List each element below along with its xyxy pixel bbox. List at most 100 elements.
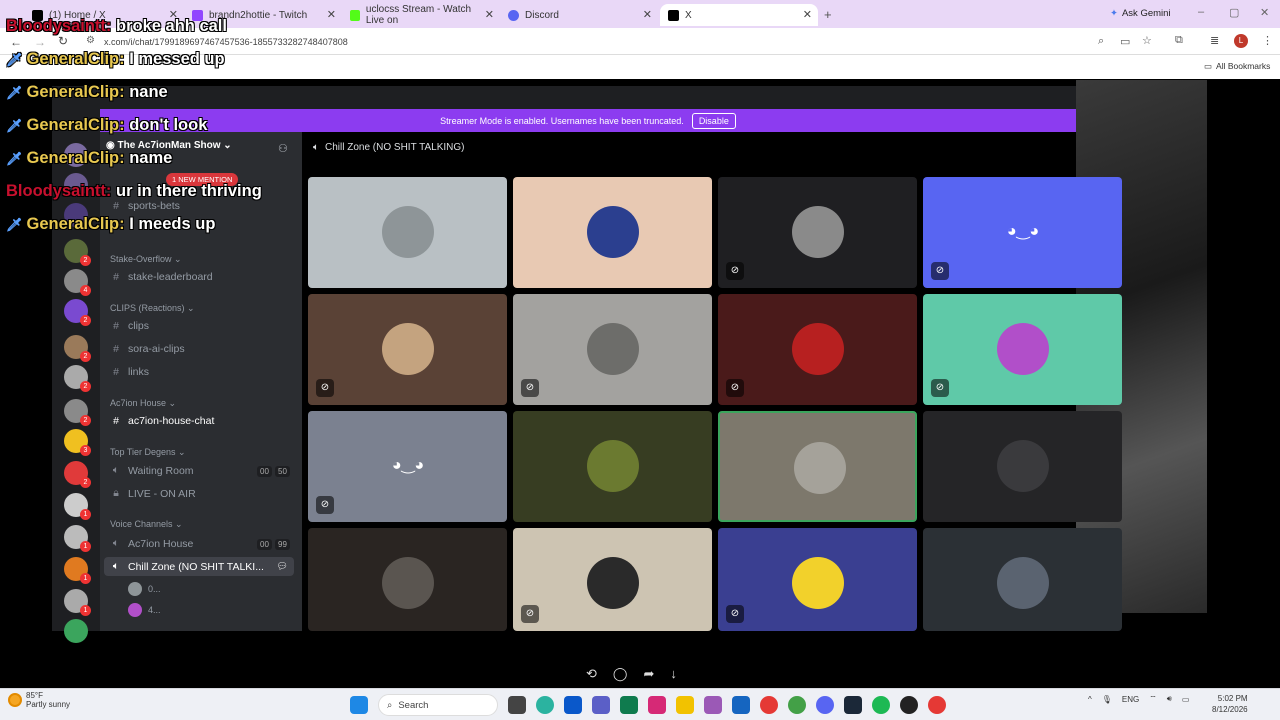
chat-bubble-icon[interactable]: 💬︎ xyxy=(277,561,288,572)
app-icon[interactable] xyxy=(564,696,582,714)
participant-tile[interactable] xyxy=(923,528,1122,631)
add-member-icon[interactable]: ⚇ xyxy=(278,142,288,155)
spotify-icon[interactable] xyxy=(872,696,890,714)
server-icon[interactable] xyxy=(64,619,88,643)
server-icon[interactable]: 4 xyxy=(64,269,91,296)
chrome-icon[interactable] xyxy=(928,696,946,714)
chrome-icon[interactable] xyxy=(788,696,806,714)
window-close-button[interactable]: ✕ xyxy=(1260,6,1269,19)
participant-tile[interactable]: ⊘ xyxy=(308,294,507,405)
zoom-icon[interactable]: ⌕ xyxy=(1098,35,1104,48)
bookmark-star-icon[interactable]: ☆ xyxy=(1142,34,1152,47)
chrome-icon[interactable] xyxy=(760,696,778,714)
sidebar-item-clips[interactable]: # clips xyxy=(110,320,149,332)
disable-streamer-mode-button[interactable]: Disable xyxy=(691,112,736,129)
chevron-up-icon[interactable]: ^ xyxy=(1088,695,1092,704)
participant-tile[interactable]: ⊘ xyxy=(923,294,1122,405)
server-icon[interactable]: 2 xyxy=(64,239,91,266)
new-tab-button[interactable]: + xyxy=(824,7,832,22)
maximize-button[interactable]: ▢ xyxy=(1229,6,1239,19)
tab-kick[interactable]: uclocss Stream - Watch Live on ✕ xyxy=(342,4,500,26)
ask-gemini-button[interactable]: ✦ Ask Gemini xyxy=(1110,8,1171,19)
sidebar-item-ac7ion-house-voice[interactable]: 🔈︎ Ac7ion House xyxy=(110,537,194,550)
obs-icon[interactable] xyxy=(900,696,918,714)
language-indicator[interactable]: ENG xyxy=(1122,695,1139,704)
participant-tile[interactable]: ⊘ xyxy=(718,528,917,631)
microphone-icon[interactable]: 🎙︎ xyxy=(1102,695,1112,704)
cast-icon[interactable]: ▭ xyxy=(1120,35,1130,48)
taskbar-clock[interactable]: 5:02 PM 8/12/2026 xyxy=(1212,693,1248,715)
sidebar-item-sora-ai-clips[interactable]: # sora-ai-clips xyxy=(110,343,185,355)
participant-tile[interactable]: ◕‿◕ ⊘ xyxy=(923,177,1122,288)
steam-icon[interactable] xyxy=(844,696,862,714)
participant-tile[interactable] xyxy=(308,528,507,631)
menu-kebab-icon[interactable]: ⋮ xyxy=(1262,34,1273,47)
instagram-icon[interactable] xyxy=(648,696,666,714)
server-icon[interactable]: 2 xyxy=(64,365,91,392)
server-icon[interactable]: 2 xyxy=(64,299,91,326)
server-icon[interactable]: 1 xyxy=(64,525,91,552)
participant-tile[interactable] xyxy=(513,411,712,522)
server-icon[interactable]: 2 xyxy=(64,399,91,426)
tab-discord[interactable]: Discord ✕ xyxy=(500,4,658,26)
back-arrow-icon[interactable]: ← xyxy=(10,35,22,49)
participant-tile[interactable] xyxy=(718,411,917,522)
category-ac7ion-house[interactable]: Ac7ion House ⌄ xyxy=(110,398,176,409)
minimize-button[interactable]: – xyxy=(1198,6,1204,18)
copilot-icon[interactable] xyxy=(704,696,722,714)
reload-icon[interactable]: ↻ xyxy=(58,34,68,48)
store-icon[interactable] xyxy=(620,696,638,714)
close-icon[interactable]: ✕ xyxy=(803,8,812,21)
server-icon[interactable]: 2 xyxy=(64,461,91,488)
category-voice-channels[interactable]: Voice Channels ⌄ xyxy=(110,519,183,530)
voice-user-item[interactable]: 4... xyxy=(128,603,161,617)
participant-tile[interactable]: ⊘ xyxy=(513,294,712,405)
reading-list-icon[interactable]: ≣ xyxy=(1210,34,1219,47)
participant-tile[interactable]: ◕‿◕ ⊘ xyxy=(308,411,507,522)
retweet-icon[interactable]: ⟲ xyxy=(586,666,597,682)
tab-x-active[interactable]: X ✕ xyxy=(660,4,818,26)
category-top-tier-degens[interactable]: Top Tier Degens ⌄ xyxy=(110,447,186,458)
participant-tile[interactable] xyxy=(923,411,1122,522)
close-icon[interactable]: ✕ xyxy=(485,8,494,21)
share-icon[interactable]: ➦ xyxy=(643,666,654,682)
app-icon[interactable] xyxy=(732,696,750,714)
all-bookmarks-button[interactable]: ▭ All Bookmarks xyxy=(1204,61,1270,72)
participant-tile[interactable]: ⊘ xyxy=(718,177,917,288)
profile-avatar[interactable]: L xyxy=(1234,34,1248,48)
sidebar-item-waiting-room[interactable]: 🔈︎ Waiting Room xyxy=(110,464,194,477)
sidebar-item-stake-leaderboard[interactable]: # stake-leaderboard xyxy=(110,271,213,283)
server-icon[interactable]: 1 xyxy=(64,493,91,520)
participant-tile[interactable] xyxy=(513,177,712,288)
sidebar-item-chill-zone[interactable]: 🔈︎ Chill Zone (NO SHIT TALKI... 💬︎ xyxy=(104,557,294,576)
participant-tile[interactable] xyxy=(308,177,507,288)
category-stake-overflow[interactable]: Stake-Overflow ⌄ xyxy=(110,254,182,265)
windows-start-icon[interactable] xyxy=(350,696,368,714)
server-icon[interactable]: 3 xyxy=(64,429,91,456)
battery-icon[interactable]: ▭ xyxy=(1182,695,1190,704)
participant-tile[interactable]: ⊘ xyxy=(513,528,712,631)
close-icon[interactable]: ✕ xyxy=(643,8,652,21)
download-icon[interactable]: ↓ xyxy=(670,666,677,682)
forward-arrow-icon[interactable]: → xyxy=(34,35,46,49)
volume-icon[interactable]: 🔊︎ xyxy=(1167,694,1172,704)
url-input[interactable]: x.com/i/chat/1799189697467457536-1855733… xyxy=(104,37,348,47)
sidebar-item-sports-bets[interactable]: # sports-bets xyxy=(110,200,180,212)
sidebar-item-live-on-air[interactable]: 🔒︎ LIVE - ON AIR xyxy=(110,487,195,500)
reply-icon[interactable]: ◯ xyxy=(613,666,628,682)
category-clips[interactable]: CLIPS (Reactions) ⌄ xyxy=(110,303,195,314)
wifi-icon[interactable]: ⌔ xyxy=(1149,694,1157,704)
voice-user-item[interactable]: 0... xyxy=(128,582,161,596)
server-icon[interactable]: 1 xyxy=(64,589,91,616)
sidebar-item-links[interactable]: # links xyxy=(110,366,149,378)
taskbar-search[interactable]: ⌕ Search xyxy=(378,694,498,716)
server-icon[interactable]: 2 xyxy=(64,335,91,362)
task-view-icon[interactable] xyxy=(508,696,526,714)
sidebar-item-ac7ion-house-chat[interactable]: # ac7ion-house-chat xyxy=(110,415,214,427)
discord-icon[interactable] xyxy=(816,696,834,714)
file-explorer-icon[interactable] xyxy=(676,696,694,714)
participant-tile[interactable]: ⊘ xyxy=(718,294,917,405)
close-icon[interactable]: ✕ xyxy=(327,8,336,21)
weather-widget[interactable]: 85°F Partly sunny xyxy=(8,691,70,709)
server-icon[interactable]: 1 xyxy=(64,557,91,584)
